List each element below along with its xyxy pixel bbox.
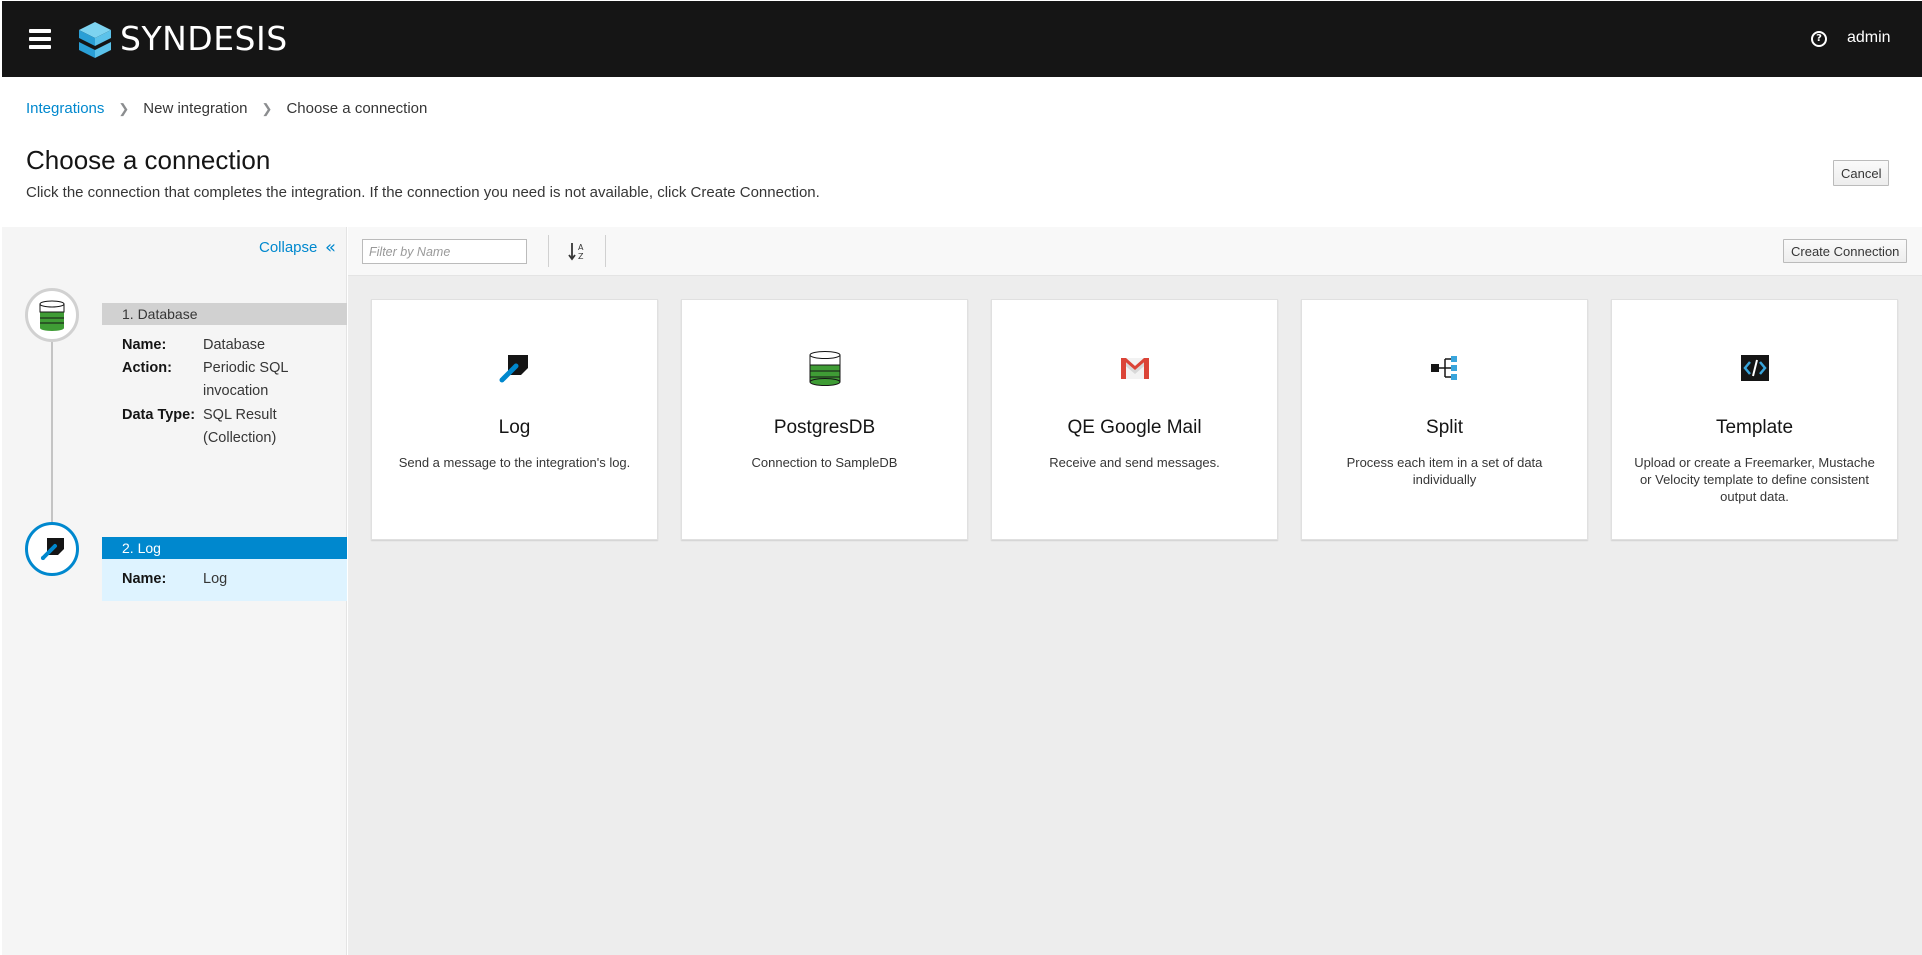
detail-value: (Collection)	[203, 430, 277, 446]
log-icon	[41, 538, 64, 560]
svg-text:A: A	[578, 243, 584, 252]
help-icon[interactable]: ?	[1811, 31, 1827, 47]
breadcrumb-current: Choose a connection	[286, 100, 428, 117]
database-icon	[39, 300, 65, 331]
card-title: Template	[1715, 417, 1794, 438]
detail-value: invocation	[203, 383, 269, 399]
detail-value: SQL Result	[203, 407, 277, 423]
connection-card-qe-google-mail[interactable]: QE Google Mail Receive and send messages…	[991, 299, 1278, 540]
hamburger-menu-icon[interactable]	[29, 29, 51, 49]
double-chevron-left-icon[interactable]: «	[325, 239, 336, 257]
card-description: Upload or create a Freemarker, Mustache …	[1634, 455, 1875, 504]
detail-label: Data Type:	[122, 407, 196, 423]
template-icon	[1740, 355, 1769, 381]
connection-card-postgresdb[interactable]: PostgresDB Connection to SampleDB	[681, 299, 968, 540]
step-1-indicator[interactable]	[25, 288, 79, 342]
connection-card-split[interactable]: Split Process each item in a set of data…	[1301, 299, 1588, 540]
card-title: PostgresDB	[773, 417, 876, 438]
breadcrumb-new-integration: New integration	[143, 100, 248, 117]
page-title: Choose a connection	[26, 145, 271, 175]
step-2-indicator[interactable]	[25, 522, 79, 576]
card-description: Process each item in a set of data indiv…	[1346, 455, 1543, 487]
toolbar-divider	[605, 235, 606, 267]
card-title: Split	[1426, 417, 1463, 438]
card-title: Log	[498, 417, 531, 438]
create-connection-button[interactable]: Create Connection	[1783, 239, 1908, 263]
toolbar-divider	[548, 235, 549, 267]
card-description: Connection to SampleDB	[751, 455, 898, 470]
detail-label: Name:	[122, 571, 167, 587]
cancel-button[interactable]: Cancel	[1833, 160, 1890, 186]
collapse-link[interactable]: Collapse	[259, 239, 317, 256]
step-2-header[interactable]: 2. Log	[102, 537, 347, 559]
brand-name: SYNDESIS	[120, 19, 288, 58]
connection-card-log[interactable]: Log Send a message to the integration's …	[371, 299, 658, 540]
filter-by-name-input[interactable]	[362, 239, 527, 264]
step-1-header[interactable]: 1. Database	[102, 303, 347, 325]
card-title: QE Google Mail	[1067, 417, 1202, 438]
breadcrumb-integrations[interactable]: Integrations	[26, 100, 104, 117]
log-icon	[499, 355, 528, 383]
svg-text:Z: Z	[578, 252, 584, 261]
chevron-right-icon: ❯	[118, 100, 130, 116]
detail-value: Periodic SQL	[203, 360, 289, 376]
card-description: Send a message to the integration's log.	[398, 455, 631, 470]
user-menu[interactable]: admin	[1847, 29, 1891, 47]
database-icon	[809, 351, 840, 386]
detail-value: Log	[203, 571, 228, 587]
gmail-icon	[1120, 358, 1149, 379]
top-navbar: SYNDESIS ? admin	[2, 1, 1922, 77]
timeline-connector	[51, 340, 53, 525]
connection-card-template[interactable]: Template Upload or create a Freemarker, …	[1611, 299, 1898, 540]
card-description: Receive and send messages.	[1049, 455, 1220, 470]
syndesis-logo-icon	[79, 22, 111, 58]
detail-label: Action:	[122, 360, 172, 376]
detail-label: Name:	[122, 337, 167, 353]
breadcrumb: Integrations ❯ New integration ❯ Choose …	[26, 100, 427, 117]
page-description: Click the connection that completes the …	[26, 184, 820, 201]
split-icon	[1430, 356, 1457, 380]
sort-alpha-icon[interactable]: A Z	[568, 241, 588, 261]
detail-value: Database	[203, 337, 266, 353]
chevron-right-icon: ❯	[261, 100, 273, 116]
